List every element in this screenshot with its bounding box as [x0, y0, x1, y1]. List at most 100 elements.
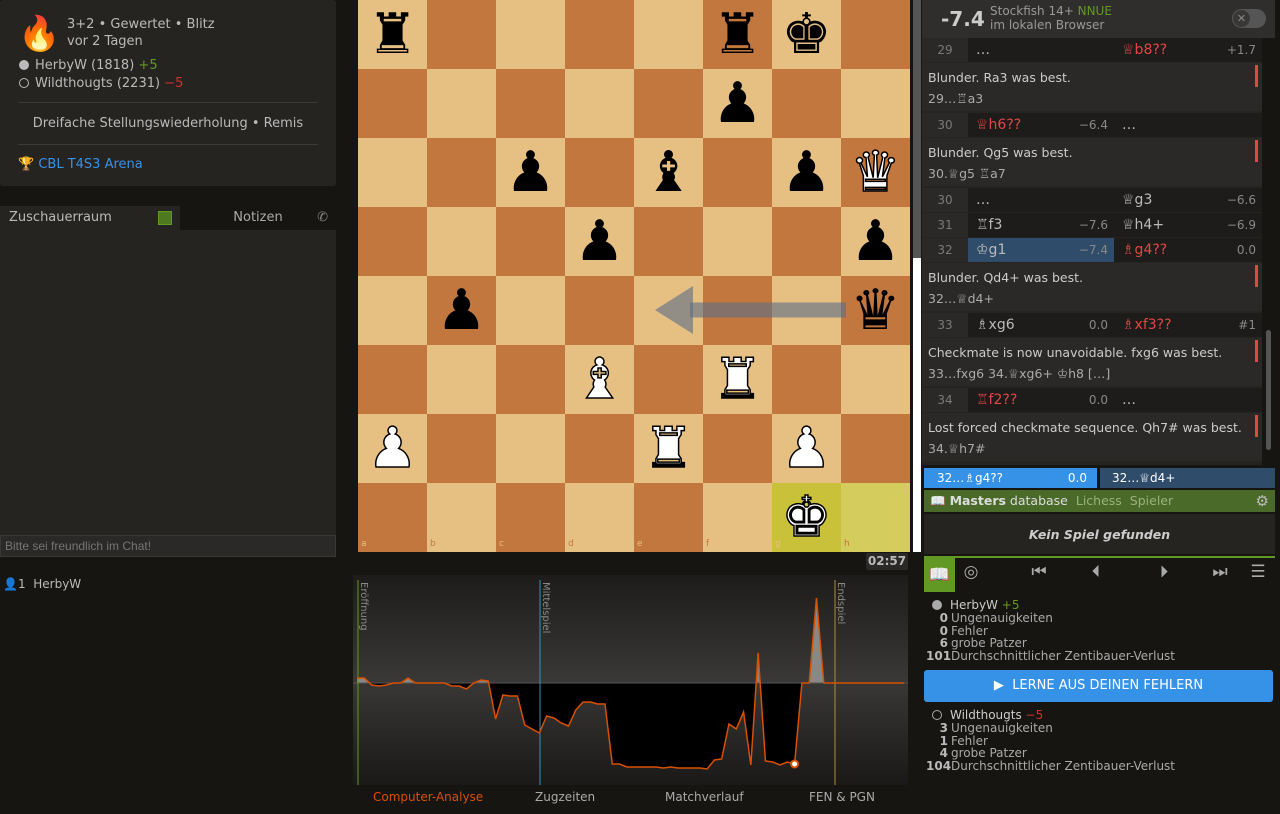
move-comment: Lost forced checkmate sequence. Qh7# was… — [922, 413, 1262, 461]
player-db-tab[interactable]: Spieler — [1130, 493, 1173, 508]
spectator-count: 1 — [17, 577, 26, 591]
chat-input[interactable] — [0, 535, 336, 557]
tab-computer-analysis[interactable]: Computer-Analyse — [373, 790, 483, 804]
move-number: 34 — [922, 388, 968, 412]
black-player-name[interactable]: Wildthougts (2231) — [35, 76, 160, 91]
white-dot-icon — [19, 60, 29, 70]
tab-move-times[interactable]: Zugzeiten — [535, 790, 595, 804]
black-move[interactable]: ♕h4+ −6.9 — [1114, 213, 1262, 237]
move-row: 29 … ♕b8?? +1.7 — [922, 38, 1262, 62]
tournament-link[interactable]: 🏆 CBL T4S3 Arena — [18, 157, 143, 172]
tab-notes[interactable]: Notizen ✆ — [180, 206, 336, 230]
divider — [18, 102, 318, 103]
user-icon: 👤 — [3, 577, 18, 591]
previous-move-icon[interactable]: ⏴ — [1081, 562, 1111, 582]
first-move-icon[interactable]: ⏮ — [1024, 562, 1054, 582]
black-move[interactable]: ♕b8?? +1.7 — [1114, 38, 1262, 62]
move-comment: Blunder. Ra3 was best. 29…♖a3 — [922, 63, 1262, 111]
black-dot-icon — [932, 710, 942, 720]
comment-text: Blunder. Qg5 was best. — [928, 145, 1073, 160]
comment-variation[interactable]: 30.♕g5 ♖a7 — [928, 163, 1256, 184]
white-move[interactable]: ♗xg6 0.0 — [968, 313, 1114, 337]
lichess-db-tab[interactable]: Lichess — [1076, 493, 1122, 508]
move-number: 29 — [922, 38, 968, 62]
comment-variation[interactable]: 33…fxg6 34.♕xg6+ ♔h8 […] — [928, 363, 1256, 384]
masters-label[interactable]: Masters — [950, 493, 1006, 508]
move-number: 33 — [922, 313, 968, 337]
black-rating-diff: −5 — [164, 76, 184, 91]
database-label[interactable]: database — [1010, 493, 1068, 508]
pv-lines: 32…♗g4?? 0.0 32…♕d4+ — [924, 468, 1275, 488]
tab-label: Notizen — [233, 210, 283, 225]
black-move[interactable]: ♕g3 −6.6 — [1114, 188, 1262, 212]
pv-eval: 0.0 — [1067, 471, 1087, 485]
eval-graph[interactable]: Eröffnung Mittelspiel Endspiel — [353, 575, 908, 785]
comment-variation[interactable]: 32…♕d4+ — [928, 288, 1256, 309]
black-move[interactable]: ♗xf3?? #1 — [1114, 313, 1262, 337]
move-row: 30 … ♕g3 −6.6 — [922, 188, 1262, 212]
pv-line-2[interactable]: 32…♕d4+ — [1100, 468, 1275, 488]
white-move[interactable]: ♔g1 −7.4 — [968, 238, 1114, 262]
move-number: 32 — [922, 238, 968, 262]
white-move[interactable]: ♖f3 −7.6 — [968, 213, 1114, 237]
phone-icon[interactable]: ✆ — [317, 206, 328, 230]
gear-icon[interactable]: ⚙ — [1256, 490, 1269, 512]
comment-variation[interactable]: 34.♕h7# — [928, 438, 1256, 459]
tab-match-history[interactable]: Matchverlauf — [665, 790, 744, 804]
eval-bar — [913, 0, 921, 552]
white-move[interactable]: … — [968, 38, 1114, 62]
white-rating-diff: +5 — [138, 58, 158, 73]
play-icon: ▶ — [993, 678, 1004, 693]
no-game-found: Kein Spiel gefunden — [924, 514, 1275, 554]
move-row: 30 ♕h6?? −6.4 … — [922, 113, 1262, 137]
comment-variation[interactable]: 29…♖a3 — [928, 88, 1256, 109]
black-player[interactable]: Wildthougts (2231) −5 — [19, 76, 183, 91]
tab-fen-pgn[interactable]: FEN & PGN — [809, 790, 875, 804]
engine-toggle[interactable]: ✕ — [1232, 9, 1266, 28]
comment-text: Blunder. Ra3 was best. — [928, 70, 1071, 85]
book-icon: 📖 — [930, 493, 946, 508]
phase-label: Endspiel — [835, 582, 846, 624]
comment-text: Checkmate is now unavoidable. fxg6 was b… — [928, 345, 1223, 360]
spectator-name[interactable]: HerbyW — [33, 577, 81, 591]
white-player-name[interactable]: HerbyW (1818) — [35, 58, 134, 73]
chess-board[interactable]: 8 7 6 5 4 3 2 a b c d e f g 1 h ♜ ♜ ♚ ♟ ♟ ♝ ♟ ♛ ♟ ♟ ♟ ♛ ♝ ♜ ♟ ♜ ♟ ♚ — [358, 0, 910, 552]
learn-from-mistakes-button[interactable]: ▶ LERNE AUS DEINEN FEHLERN — [924, 670, 1273, 702]
white-move[interactable]: ♖f2?? 0.0 — [968, 388, 1114, 412]
last-move-icon[interactable]: ⏭ — [1205, 562, 1235, 582]
white-analysis-summary: HerbyW +5 0 Ungenauigkeiten 0 Fehler 6 grob… — [926, 599, 1175, 663]
book-icon[interactable]: 📖 — [924, 558, 955, 592]
white-move[interactable]: … — [968, 188, 1114, 212]
tab-label: Zuschauerraum — [9, 210, 112, 225]
black-move[interactable]: ♗g4?? 0.0 — [1114, 238, 1262, 262]
tournament-name[interactable]: CBL T4S3 Arena — [38, 157, 142, 172]
target-icon[interactable]: ◎ — [956, 562, 986, 582]
white-move[interactable]: ♕h6?? −6.4 — [968, 113, 1114, 137]
next-move-icon[interactable]: ⏵ — [1149, 562, 1179, 582]
game-meta: 3+2 • Gewertet • Blitz — [67, 17, 215, 32]
analysis-controls: 📖 ◎ ⏮ ⏴ ⏵ ⏭ ☰ — [924, 556, 1275, 592]
fire-icon: 🔥 — [18, 14, 61, 54]
menu-icon[interactable]: ☰ — [1243, 562, 1273, 582]
comment-text: Blunder. Qd4+ was best. — [928, 270, 1084, 285]
stat-acpl: 101Durchschnittlicher Zentibauer-Verlust — [926, 649, 1176, 664]
black-move[interactable]: … — [1114, 388, 1262, 412]
engine-location: im lokalen Browser — [990, 18, 1105, 32]
white-player[interactable]: HerbyW (1818) +5 — [19, 58, 158, 73]
move-comment: Checkmate is now unavoidable. fxg6 was b… — [922, 338, 1262, 386]
pv-moves: 32…♕d4+ — [1112, 471, 1176, 485]
engine-nnue: NNUE — [1077, 4, 1112, 18]
black-analysis-summary: Wildthougts −5 3 Ungenauigkeiten 1 Fehler … — [926, 709, 1175, 773]
analysis-arrow — [655, 286, 846, 334]
spectator-list: 👤1 HerbyW — [3, 577, 81, 591]
phase-label: Eröffnung — [358, 582, 369, 631]
move-list-scrollbar[interactable] — [1266, 330, 1271, 450]
move-list: 29 … ♕b8?? +1.7 Blunder. Ra3 was best. 29…♖… — [922, 38, 1262, 465]
pv-line-1[interactable]: 32…♗g4?? 0.0 — [924, 468, 1097, 488]
chat-toggle-checkbox[interactable] — [158, 211, 172, 225]
clock: 02:57 — [866, 553, 908, 570]
tab-spectator-room[interactable]: Zuschauerraum — [0, 206, 180, 230]
black-move[interactable]: … — [1114, 113, 1262, 137]
trophy-icon: 🏆 — [18, 157, 35, 172]
move-row: 34 ♖f2?? 0.0 … — [922, 388, 1262, 412]
